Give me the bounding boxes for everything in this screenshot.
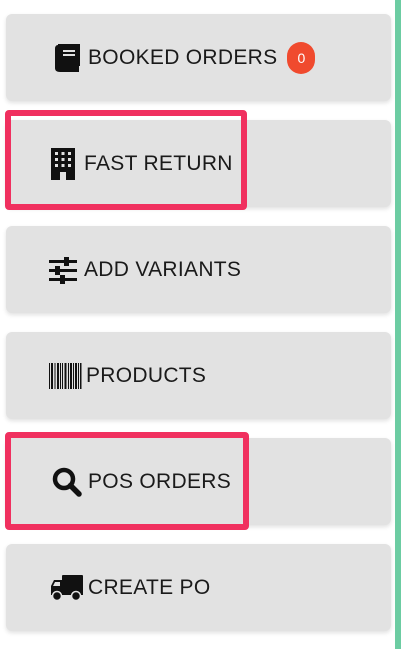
menu-item-fast-return[interactable]: FAST RETURN — [6, 120, 391, 207]
search-icon — [50, 465, 84, 499]
truck-icon — [50, 571, 84, 605]
accent-stripe — [395, 0, 401, 649]
menu-item-booked-orders[interactable]: BOOKED ORDERS 0 — [6, 14, 391, 101]
building-icon — [46, 147, 80, 181]
menu-item-label: CREATE PO — [88, 575, 211, 599]
menu-item-pos-orders[interactable]: POS ORDERS — [6, 438, 391, 525]
menu-item-products[interactable]: PRODUCTS — [6, 332, 391, 419]
menu-item-label: BOOKED ORDERS — [88, 45, 278, 69]
menu-item-label: FAST RETURN — [84, 151, 233, 175]
menu-item-label: ADD VARIANTS — [84, 257, 242, 281]
barcode-icon — [48, 359, 82, 393]
menu-item-create-po[interactable]: CREATE PO — [6, 544, 391, 631]
sliders-icon — [46, 253, 80, 287]
book-icon — [50, 41, 84, 75]
menu-item-label: PRODUCTS — [86, 363, 207, 387]
menu-item-label: POS ORDERS — [88, 469, 232, 493]
count-badge: 0 — [287, 41, 316, 74]
menu-item-add-variants[interactable]: ADD VARIANTS — [6, 226, 391, 313]
